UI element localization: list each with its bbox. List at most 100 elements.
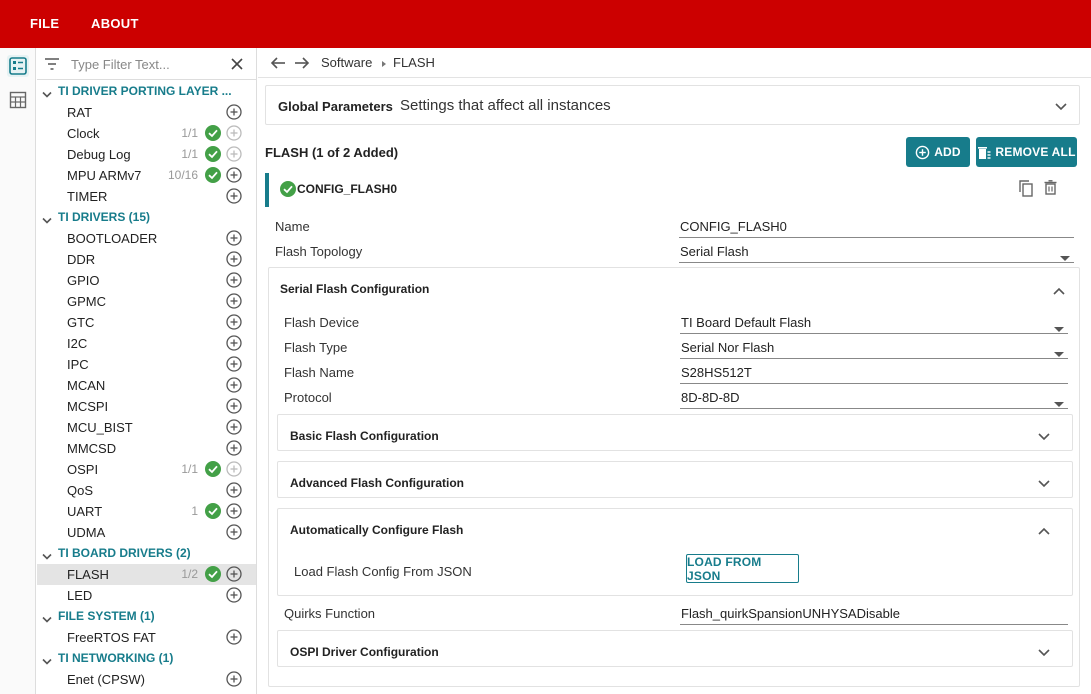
tree-item[interactable]: MCU_BIST bbox=[37, 417, 256, 438]
add-circle-icon[interactable] bbox=[226, 104, 242, 123]
flash-name-field[interactable]: S28HS512T bbox=[680, 365, 1068, 384]
tree-item[interactable]: MMCSD bbox=[37, 438, 256, 459]
tree-item-label: MCSPI bbox=[67, 399, 109, 414]
tree-item[interactable]: IPC bbox=[37, 354, 256, 375]
add-circle-icon[interactable] bbox=[226, 419, 242, 438]
tree-item[interactable]: QoS bbox=[37, 480, 256, 501]
tree-item[interactable]: OSPI 1/1 bbox=[37, 459, 256, 480]
tree-item-label: Debug Log bbox=[67, 147, 131, 162]
chevron-down-icon[interactable] bbox=[1038, 645, 1050, 660]
add-circle-icon[interactable] bbox=[226, 587, 242, 606]
tree-item[interactable]: FreeRTOS FAT bbox=[37, 627, 256, 648]
add-circle-icon[interactable] bbox=[226, 272, 242, 291]
filter-bar bbox=[37, 48, 256, 80]
add-circle-icon[interactable] bbox=[226, 377, 242, 396]
forward-arrow-icon[interactable] bbox=[294, 56, 310, 73]
tree-item[interactable]: DDR bbox=[37, 249, 256, 270]
chevron-up-icon[interactable] bbox=[1038, 523, 1050, 538]
add-circle-icon bbox=[226, 146, 242, 165]
add-button[interactable]: ADD bbox=[906, 137, 970, 167]
add-circle-icon[interactable] bbox=[226, 251, 242, 270]
tree-item[interactable]: MPU ARMv7 10/16 bbox=[37, 165, 256, 186]
tree-item[interactable]: Enet (CPSW) bbox=[37, 669, 256, 690]
add-circle-icon[interactable] bbox=[226, 398, 242, 417]
filter-icon bbox=[44, 57, 60, 74]
name-field[interactable]: CONFIG_FLASH0 bbox=[679, 219, 1074, 238]
tree-item[interactable]: RAT bbox=[37, 102, 256, 123]
add-circle-icon[interactable] bbox=[226, 167, 242, 186]
tree-category[interactable]: FILE SYSTEM (1) bbox=[37, 606, 256, 627]
clear-filter-icon[interactable] bbox=[230, 57, 244, 74]
tree-item[interactable]: LED bbox=[37, 585, 256, 606]
global-parameters-panel[interactable]: Global Parameters Settings that affect a… bbox=[265, 85, 1080, 125]
check-circle-icon bbox=[205, 461, 221, 480]
add-circle-icon[interactable] bbox=[226, 671, 242, 690]
software-view-icon[interactable] bbox=[7, 55, 29, 77]
remove-all-button[interactable]: REMOVE ALL bbox=[976, 137, 1077, 167]
flash-topology-select[interactable]: Serial Flash bbox=[679, 244, 1074, 263]
tree-item[interactable]: BOOTLOADER bbox=[37, 228, 256, 249]
tree-item[interactable]: Clock 1/1 bbox=[37, 123, 256, 144]
flash-device-select[interactable]: TI Board Default Flash bbox=[680, 315, 1068, 334]
quirks-function-field[interactable]: Flash_quirkSpansionUNHYSADisable bbox=[680, 606, 1068, 625]
add-circle-icon[interactable] bbox=[226, 356, 242, 375]
chevron-down-icon[interactable] bbox=[42, 213, 52, 228]
chevron-down-icon[interactable] bbox=[1038, 429, 1050, 444]
tree-item[interactable]: UDMA bbox=[37, 522, 256, 543]
load-from-json-button[interactable]: LOAD FROM JSON bbox=[686, 554, 799, 583]
add-circle-icon[interactable] bbox=[226, 230, 242, 249]
tree-item[interactable]: UART 1 bbox=[37, 501, 256, 522]
tree-item[interactable]: GPIO bbox=[37, 270, 256, 291]
tree-item[interactable]: Debug Log 1/1 bbox=[37, 144, 256, 165]
basic-flash-config-panel[interactable]: Basic Flash Configuration bbox=[277, 414, 1073, 451]
add-circle-icon[interactable] bbox=[226, 503, 242, 522]
advanced-flash-config-panel[interactable]: Advanced Flash Configuration bbox=[277, 461, 1073, 498]
flash-type-select[interactable]: Serial Nor Flash bbox=[680, 340, 1068, 359]
add-circle-icon[interactable] bbox=[226, 335, 242, 354]
add-circle-icon[interactable] bbox=[226, 524, 242, 543]
tree-item[interactable]: GTC bbox=[37, 312, 256, 333]
tree-item[interactable]: FLASH 1/2 bbox=[37, 564, 256, 585]
load-from-json-label: LOAD FROM JSON bbox=[687, 554, 762, 583]
tree-item[interactable]: TIMER bbox=[37, 186, 256, 207]
calculator-view-icon[interactable] bbox=[7, 89, 29, 111]
add-circle-icon[interactable] bbox=[226, 293, 242, 312]
tree-category[interactable]: TI BOARD DRIVERS (2) bbox=[37, 543, 256, 564]
tree-category[interactable]: TI NETWORKING (1) bbox=[37, 648, 256, 669]
check-circle-icon bbox=[205, 566, 221, 585]
tree-item[interactable]: I2C bbox=[37, 333, 256, 354]
back-arrow-icon[interactable] bbox=[270, 56, 286, 73]
tree-item-label: BOOTLOADER bbox=[67, 231, 158, 246]
protocol-select[interactable]: 8D-8D-8D bbox=[680, 390, 1068, 409]
file-menu[interactable]: FILE bbox=[30, 16, 59, 31]
instance-count: 1/1 bbox=[181, 462, 198, 476]
add-circle-icon[interactable] bbox=[226, 482, 242, 501]
ospi-driver-config-panel[interactable]: OSPI Driver Configuration bbox=[277, 630, 1073, 667]
about-menu[interactable]: ABOUT bbox=[91, 16, 139, 31]
chevron-down-icon[interactable] bbox=[42, 87, 52, 102]
delete-icon[interactable] bbox=[1044, 180, 1057, 198]
chevron-down-icon[interactable] bbox=[1038, 476, 1050, 491]
add-circle-icon[interactable] bbox=[226, 188, 242, 207]
global-parameters-title: Global Parameters bbox=[278, 99, 393, 114]
instance-name[interactable]: CONFIG_FLASH0 bbox=[297, 182, 397, 196]
tree-category[interactable]: TI DRIVER PORTING LAYER ... bbox=[37, 81, 256, 102]
filter-input[interactable] bbox=[71, 55, 221, 73]
tree-item[interactable]: MCAN bbox=[37, 375, 256, 396]
chevron-up-icon[interactable] bbox=[1053, 283, 1065, 298]
add-circle-icon[interactable] bbox=[226, 566, 242, 585]
chevron-down-icon[interactable] bbox=[42, 549, 52, 564]
flash-type-value: Serial Nor Flash bbox=[681, 340, 775, 355]
copy-icon[interactable] bbox=[1018, 180, 1034, 200]
chevron-down-icon[interactable] bbox=[1055, 99, 1067, 114]
tree-item-label: UDMA bbox=[67, 525, 106, 540]
breadcrumb-software[interactable]: Software bbox=[321, 55, 372, 70]
chevron-down-icon[interactable] bbox=[42, 612, 52, 627]
tree-item[interactable]: MCSPI bbox=[37, 396, 256, 417]
chevron-down-icon[interactable] bbox=[42, 654, 52, 669]
add-circle-icon[interactable] bbox=[226, 314, 242, 333]
tree-item[interactable]: GPMC bbox=[37, 291, 256, 312]
tree-category[interactable]: TI DRIVERS (15) bbox=[37, 207, 256, 228]
add-circle-icon[interactable] bbox=[226, 440, 242, 459]
add-circle-icon[interactable] bbox=[226, 629, 242, 648]
